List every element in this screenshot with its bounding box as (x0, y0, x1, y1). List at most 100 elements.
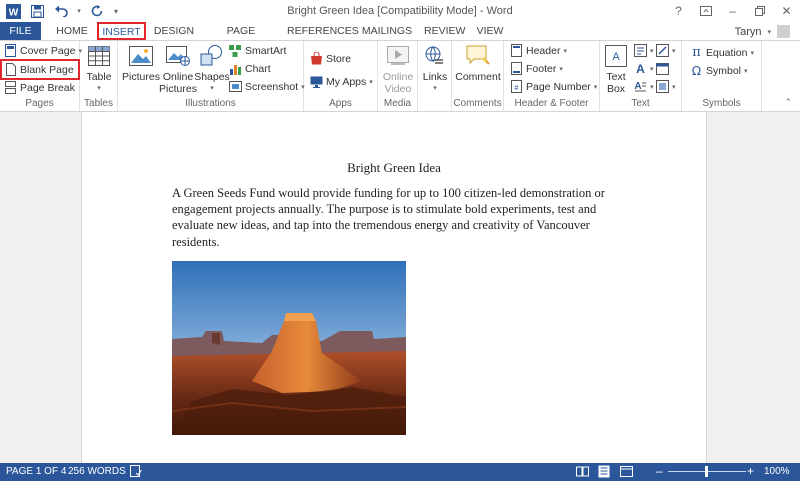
svg-text:A: A (636, 62, 645, 75)
zoom-level[interactable]: 100% (764, 466, 790, 477)
collapse-ribbon-icon[interactable]: ⌃ (784, 97, 792, 108)
tab-view[interactable]: VIEW (474, 22, 506, 40)
restore-icon[interactable] (746, 0, 773, 22)
word-count[interactable]: 256 WORDS (68, 466, 126, 477)
group-label-tables: Tables (84, 98, 113, 109)
tab-mailings[interactable]: MAILINGS (360, 22, 414, 40)
group-links: Links ▾ (418, 41, 452, 111)
chevron-down-icon: ▾ (650, 65, 654, 73)
table-icon (85, 44, 113, 68)
zoom-slider-thumb[interactable] (705, 466, 708, 477)
group-text: A Text Box ▾ ▾ A ▾ A ▾ ▾ Text (600, 41, 682, 111)
page-break-button[interactable]: Page Break (4, 81, 75, 94)
pi-icon: π (692, 45, 701, 60)
pictures-icon (127, 44, 155, 68)
smartart-icon (229, 44, 242, 57)
blank-page-button[interactable]: Blank Page (0, 59, 80, 80)
tab-file[interactable]: FILE (0, 22, 41, 40)
shapes-button[interactable]: Shapes ▾ (194, 44, 230, 95)
document-paragraph: A Green Seeds Fund would provide funding… (172, 186, 605, 249)
vertical-scrollbar[interactable] (784, 112, 800, 463)
comment-button[interactable]: Comment (454, 44, 502, 83)
online-pictures-icon (164, 44, 192, 68)
close-button[interactable]: ✕ (773, 0, 800, 22)
proofing-icon[interactable] (130, 465, 142, 480)
drop-cap-button[interactable]: A ▾ (634, 80, 653, 93)
group-symbols: π Equation ▾ Ω Symbol ▾ Symbols (682, 41, 762, 111)
document-image-desert-butte[interactable] (172, 261, 406, 435)
wordart-button[interactable]: A ▾ (634, 62, 654, 75)
document-page[interactable]: Bright Green Idea A Green Seeds Fund wou… (81, 112, 707, 463)
store-button[interactable]: Store (310, 52, 351, 65)
smartart-button[interactable]: SmartArt (229, 44, 286, 57)
links-button[interactable]: Links ▾ (420, 44, 450, 95)
tab-home[interactable]: HOME (50, 22, 94, 40)
tab-review[interactable]: REVIEW (424, 22, 465, 40)
chart-button[interactable]: Chart (229, 62, 271, 75)
user-account[interactable]: Taryn ▾ (735, 25, 790, 38)
screenshot-button[interactable]: Screenshot ▾ (229, 80, 305, 93)
group-header-footer: Header ▾ Footer ▾ # Page Number ▾ Header… (504, 41, 600, 111)
chevron-down-icon: ▾ (650, 47, 654, 55)
screenshot-icon (229, 80, 242, 93)
page-number-button[interactable]: # Page Number ▾ (510, 80, 597, 93)
page-count[interactable]: PAGE 1 OF 4 (6, 466, 66, 477)
chevron-down-icon: ▾ (210, 85, 214, 92)
group-pages: Cover Page ▾ Blank Page Page Break Pages (0, 41, 82, 111)
online-video-icon (384, 44, 412, 68)
svg-text:A: A (612, 51, 620, 63)
text-box-icon: A (602, 44, 630, 68)
group-illustrations: Pictures Online Pictures Shapes ▾ SmartA… (118, 41, 305, 111)
chevron-down-icon: ▾ (750, 49, 754, 57)
page-number-icon: # (510, 80, 523, 93)
omega-icon: Ω (691, 63, 702, 78)
web-layout-icon[interactable] (620, 466, 633, 480)
document-title: Bright Green Idea (347, 160, 441, 175)
group-label-illustrations: Illustrations (185, 98, 236, 109)
equation-button[interactable]: π Equation ▾ (690, 45, 754, 60)
cover-page-button[interactable]: Cover Page ▾ (4, 44, 82, 57)
footer-button[interactable]: Footer ▾ (510, 62, 563, 75)
date-time-button[interactable] (656, 62, 669, 75)
zoom-out-button[interactable]: – (656, 464, 663, 478)
group-label-apps: Apps (329, 98, 352, 109)
page-break-icon (4, 81, 17, 94)
group-label-comments: Comments (453, 98, 502, 109)
online-video-button[interactable]: Online Video (380, 44, 416, 95)
ribbon-tabs: FILE HOME INSERT DESIGN PAGE LAYOUT REFE… (0, 22, 800, 55)
minimize-button[interactable]: – (719, 0, 746, 22)
wordart-icon: A (634, 62, 647, 75)
symbol-button[interactable]: Ω Symbol ▾ (690, 63, 748, 78)
group-comments: Comment Comments (452, 41, 504, 111)
chevron-down-icon: ▾ (369, 78, 373, 86)
read-mode-icon[interactable] (576, 466, 589, 480)
tab-page-layout[interactable]: PAGE LAYOUT (205, 22, 277, 55)
group-label-media: Media (383, 98, 412, 109)
cover-page-icon (4, 44, 17, 57)
header-button[interactable]: Header ▾ (510, 44, 567, 57)
zoom-in-button[interactable]: + (747, 464, 754, 478)
ribbon: Cover Page ▾ Blank Page Page Break Pages… (0, 40, 800, 112)
quick-parts-button[interactable]: ▾ (634, 44, 654, 57)
tab-references[interactable]: REFERENCES (287, 22, 359, 40)
object-button[interactable]: ▾ (656, 80, 676, 93)
table-button[interactable]: Table ▾ (83, 44, 115, 95)
my-apps-button[interactable]: My Apps ▾ (310, 75, 373, 88)
group-media: Online Video Media (378, 41, 418, 111)
tab-design[interactable]: DESIGN (152, 22, 196, 40)
ribbon-display-options-icon[interactable] (692, 0, 719, 22)
help-button[interactable]: ? (665, 0, 692, 22)
print-layout-icon[interactable] (598, 465, 610, 481)
text-box-button[interactable]: A Text Box (602, 44, 630, 95)
store-icon (310, 52, 323, 65)
chevron-down-icon: ▾ (563, 47, 567, 55)
tab-insert[interactable]: INSERT (97, 22, 146, 40)
window-controls: ? – ✕ (665, 0, 800, 22)
avatar (777, 25, 790, 38)
chevron-down-icon: ▾ (433, 85, 437, 92)
signature-line-button[interactable]: ▾ (656, 44, 676, 57)
user-name: Taryn (734, 25, 762, 38)
pictures-button[interactable]: Pictures (122, 44, 160, 83)
online-pictures-button[interactable]: Online Pictures (159, 44, 197, 95)
group-apps: Store My Apps ▾ Apps (304, 41, 378, 111)
